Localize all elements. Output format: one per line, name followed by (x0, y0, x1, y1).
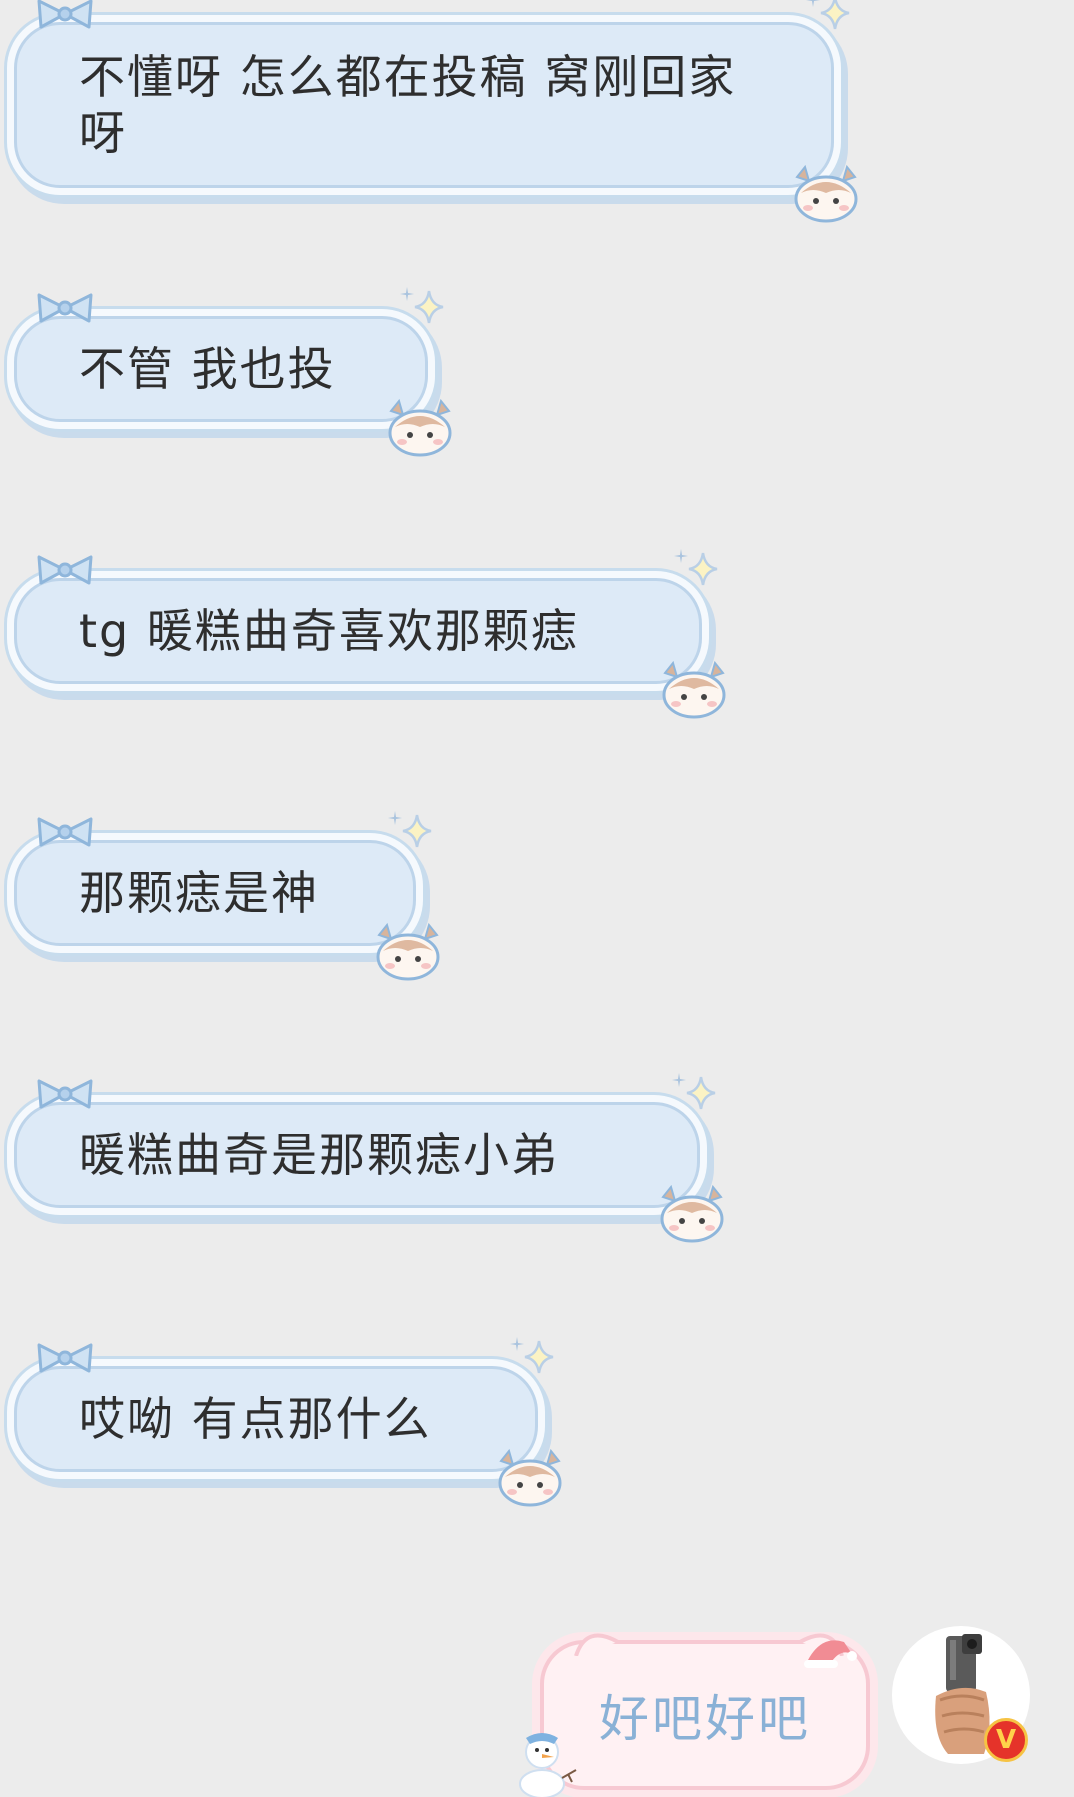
message-row: tg 暖糕曲奇喜欢那颗痣 (14, 549, 726, 719)
bow-icon (37, 1343, 93, 1373)
message-text: 不管 我也投 (79, 342, 336, 396)
message-row: 不懂呀 怎么都在投稿 窝刚回家呀 (14, 0, 858, 223)
deer-icon (376, 922, 440, 981)
bow-icon (37, 555, 93, 585)
message-text: 不懂呀 怎么都在投稿 窝刚回家呀 (79, 50, 737, 160)
message-text: tg 暖糕曲奇喜欢那颗痣 (79, 604, 579, 658)
outgoing-message-text: 好吧好吧 (599, 1690, 811, 1748)
sparkle-icon (674, 549, 718, 586)
bow-icon (37, 817, 93, 847)
deer-icon (794, 164, 858, 223)
sparkle-icon (806, 0, 850, 30)
message-row: 那颗痣是神 (14, 811, 440, 981)
message-row: 不管 我也投 (14, 287, 452, 457)
santa-hat-icon (804, 1640, 857, 1668)
sparkle-icon (510, 1337, 554, 1374)
message-text: 暖糕曲奇是那颗痣小弟 (79, 1128, 559, 1182)
badge-text: V (995, 1725, 1017, 1755)
sparkle-icon (400, 287, 444, 324)
deer-icon (662, 660, 726, 719)
bow-icon (37, 0, 93, 29)
chat-bubble[interactable]: 暖糕曲奇是那颗痣小弟 (14, 1073, 724, 1243)
chat-bubble[interactable]: 不懂呀 怎么都在投稿 窝刚回家呀 (14, 0, 858, 223)
message-row: 暖糕曲奇是那颗痣小弟 (14, 1073, 724, 1243)
deer-icon (388, 398, 452, 457)
deer-icon (498, 1448, 562, 1507)
message-row: 哎呦 有点那什么 (14, 1337, 562, 1507)
message-text: 哎呦 有点那什么 (79, 1392, 432, 1446)
bow-icon (37, 293, 93, 323)
chat-bubble[interactable]: tg 暖糕曲奇喜欢那颗痣 (14, 549, 726, 719)
chat-bubble[interactable]: 哎呦 有点那什么 (14, 1337, 562, 1507)
chat-bubble[interactable]: 那颗痣是神 (14, 811, 440, 981)
message-text: 那颗痣是神 (79, 866, 319, 920)
sparkle-icon (388, 811, 432, 848)
bow-icon (37, 1079, 93, 1109)
chat-bubble[interactable]: 不管 我也投 (14, 287, 452, 457)
sparkle-icon (672, 1073, 716, 1110)
verified-badge: V (984, 1718, 1028, 1762)
deer-icon (660, 1184, 724, 1243)
snowman-icon (519, 1733, 577, 1797)
